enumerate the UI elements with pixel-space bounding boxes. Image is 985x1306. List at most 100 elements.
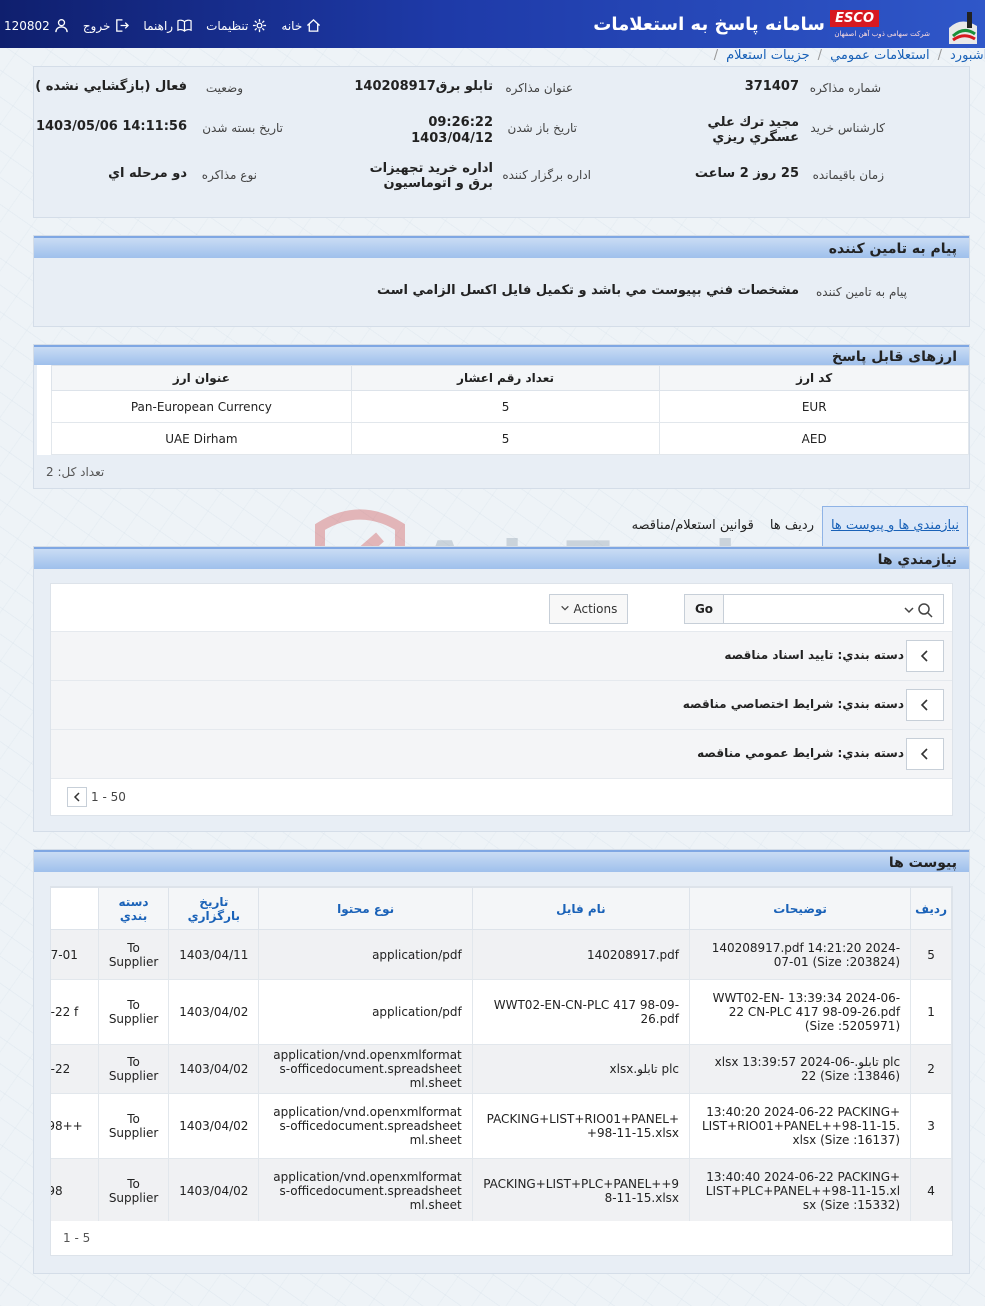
content-type: application/pdf <box>258 979 473 1045</box>
nav-user[interactable]: 120802 <box>4 18 69 33</box>
prev-page-button[interactable] <box>67 787 87 807</box>
table-row[interactable]: EUR 5 Pan-European Currency <box>38 390 969 423</box>
tab-rows[interactable]: رديف ها <box>762 506 822 546</box>
nav-settings[interactable]: تنظيمات <box>206 18 267 33</box>
col-content-type[interactable]: نوع محتوا <box>258 887 473 930</box>
col-decimal-digits[interactable]: تعداد رقم اعشار <box>350 365 661 391</box>
logo-text: ESCO <box>830 10 879 27</box>
overflow-cell: 6-22 f <box>51 979 99 1045</box>
gear-icon <box>253 18 267 33</box>
breadcrumb-dashboard[interactable]: داشبورد <box>950 48 985 66</box>
file-name-link[interactable]: PACKING+LIST+RIO01+PANEL++98-11-15.xlsx <box>471 1093 691 1159</box>
description: plc تابلو.xlsx 13:39:57 2024-06-22 (Size… <box>689 1044 912 1094</box>
supplier-message-label: پيام به تامين کننده <box>816 285 907 299</box>
requirements-title: نيازمندي ها <box>34 547 969 569</box>
attachments-panel: پيوست ها رديف توضيحات نام فايل نوع محتوا… <box>33 849 970 1274</box>
open-time: 09:26:22 <box>428 115 493 130</box>
open-date: 1403/04/12 <box>411 131 493 146</box>
inquiry-details-panel: شماره مذاکره 371407 عنوان مذاکره تابلو ب… <box>33 66 970 218</box>
category-label: دسته بندي: تاييد اسناد مناقصه <box>724 648 904 662</box>
category-row[interactable]: دسته بندي: شرايط اختصاصي مناقصه <box>51 681 952 730</box>
col-currency-code[interactable]: کد ارز <box>659 365 969 391</box>
supplier-message-body: پيام به تامين کننده مشخصات فني بپيوست مي… <box>34 258 969 326</box>
table-row[interactable]: 2 plc تابلو.xlsx 13:39:57 2024-06-22 (Si… <box>51 1044 952 1094</box>
col-row-no[interactable]: رديف <box>910 887 952 930</box>
col-currency-title[interactable]: عنوان ارز <box>51 365 352 391</box>
description: WWT02-EN- 13:39:34 2024-06-22 CN-PLC 417… <box>689 979 912 1045</box>
nav-logout-label: خروج <box>82 18 111 33</box>
table-row[interactable]: 4 13:40:40 2024-06-22 PACKING+LIST+PLC+P… <box>51 1158 952 1221</box>
table-row[interactable]: 3 13:40:20 2024-06-22 PACKING+LIST+RIO01… <box>51 1093 952 1159</box>
file-name-link[interactable]: PACKING+LIST+PLC+PANEL++98-11-15.xlsx <box>471 1158 691 1221</box>
table-header-row: رديف توضيحات نام فايل نوع محتوا تاريخ با… <box>51 887 952 930</box>
actions-button[interactable]: Actions <box>549 594 628 624</box>
chevron-down-icon <box>560 605 569 611</box>
category-row[interactable]: دسته بندي: تاييد اسناد مناقصه <box>51 632 952 681</box>
table-row[interactable]: AED 5 UAE Dirham <box>38 422 969 455</box>
requirements-toolbar: Go Actions <box>51 584 952 632</box>
subject-label: عنوان مذاکره <box>505 81 573 95</box>
org-label: اداره برگزار کننده <box>502 168 591 182</box>
breadcrumb-public-inquiries[interactable]: استعلامات عمومي <box>830 48 930 66</box>
nav-logout[interactable]: خروج <box>83 18 130 33</box>
currencies-title: ارزهای قابل پاسخ <box>34 345 969 365</box>
row-no: 2 <box>910 1044 952 1094</box>
nav-home[interactable]: خانه <box>281 18 321 33</box>
status-label: وضعيت <box>205 81 243 95</box>
home-icon <box>307 18 321 32</box>
file-name-link[interactable]: WWT02-EN-CN-PLC 417 98-09-26.pdf <box>471 979 691 1045</box>
attachments-scroll-area[interactable]: رديف توضيحات نام فايل نوع محتوا تاريخ با… <box>51 887 952 1221</box>
search-field[interactable]: Go <box>684 594 944 624</box>
inquiry-type: دو مرحله اي <box>108 166 187 181</box>
col-upload-date[interactable]: تاريخ بارگزاري <box>168 887 260 930</box>
nav-help[interactable]: راهنما <box>143 18 192 33</box>
tab-rules[interactable]: قوانين استعلام/مناقصه <box>624 506 762 546</box>
search-column-selector[interactable] <box>903 601 937 619</box>
col-description[interactable]: توضيحات <box>689 887 912 930</box>
inquiry-no: 371407 <box>744 79 799 94</box>
expert-label: كارشناس خريد <box>810 121 885 135</box>
col-file-name[interactable]: نام فايل <box>471 887 691 930</box>
org: اداره خريد تجهيزات برق و اتوماسيون <box>369 161 493 191</box>
type-label: نوع مذاکره <box>201 168 257 182</box>
search-icon <box>918 603 933 618</box>
content-type: application/pdf <box>258 929 473 980</box>
chevron-down-icon <box>904 607 914 614</box>
table-row[interactable]: 5 140208917.pdf 14:21:20 2024-07-01 (Siz… <box>51 929 952 980</box>
attachments-title: پيوست ها <box>34 850 969 872</box>
open-date-label: تاريخ باز شدن <box>507 121 577 135</box>
file-name-link[interactable]: 140208917.pdf <box>471 929 691 980</box>
expand-button[interactable] <box>906 689 944 721</box>
go-button[interactable]: Go <box>684 594 724 624</box>
description: 13:40:20 2024-06-22 PACKING+LIST+RIO01+P… <box>689 1093 912 1159</box>
table-spacer <box>37 365 52 391</box>
chevron-left-icon <box>920 699 928 711</box>
currencies-table: کد ارز تعداد رقم اعشار عنوان ارز EUR 5 P… <box>37 365 969 455</box>
category-row[interactable]: دسته بندي: شرايط عمومي مناقصه <box>51 730 952 779</box>
book-icon <box>177 19 192 32</box>
overflow-cell: 07-01 <box>51 929 99 980</box>
breadcrumb-inquiry-details[interactable]: جزييات استعلام <box>726 48 810 66</box>
category: To Supplier <box>97 929 170 980</box>
currencies-total: تعداد کل: 2 <box>46 465 105 479</box>
file-name-link[interactable]: plc تابلو.xlsx <box>471 1044 691 1094</box>
supplier-message-panel: پيام به تامين کننده پيام به تامين کننده … <box>33 235 970 327</box>
requirements-region: Go Actions دسته بندي: تاييد اسناد مناقصه… <box>50 583 953 816</box>
expand-button[interactable] <box>906 738 944 770</box>
expand-button[interactable] <box>906 640 944 672</box>
content-type: application/vnd.openxmlformats-officedoc… <box>258 1158 473 1221</box>
row-no: 4 <box>910 1158 952 1221</box>
pager-range: 1 - 50 <box>91 790 126 804</box>
close-date: 1403/05/06 14:11:56 <box>35 119 187 134</box>
upload-date: 1403/04/11 <box>168 929 260 980</box>
user-icon <box>55 19 68 33</box>
tab-requirements-attachments[interactable]: نيازمندي ها و پيوست ها <box>821 506 968 546</box>
chevron-left-icon <box>920 748 928 760</box>
top-nav: 120802 خروج راهنما تنظيمات خانه <box>4 18 321 33</box>
overflow-cell: -98++ <box>51 1093 99 1159</box>
table-row[interactable]: 1 WWT02-EN- 13:39:34 2024-06-22 CN-PLC 4… <box>51 979 952 1045</box>
currency-code: AED <box>659 422 969 455</box>
nav-home-label: خانه <box>281 18 303 33</box>
col-category[interactable]: دسته بندي <box>97 887 170 930</box>
currency-title: UAE Dirham <box>51 422 352 455</box>
